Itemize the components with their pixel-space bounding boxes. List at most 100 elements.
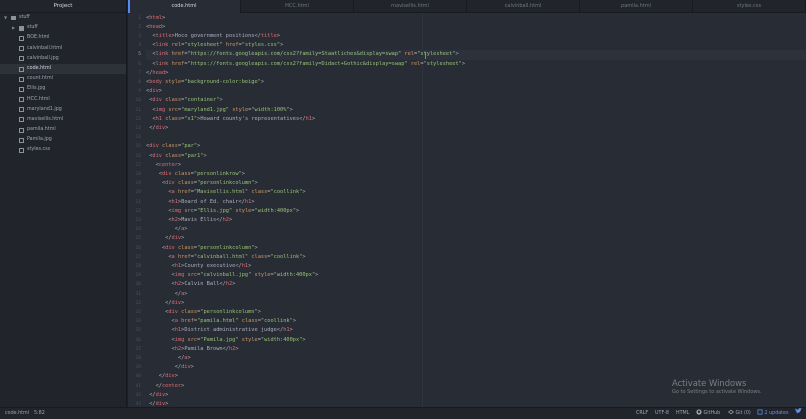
code-line[interactable]: <h1 class="x1">Howard county's represent…	[146, 115, 315, 124]
line-number[interactable]: 5	[138, 52, 141, 57]
code-line[interactable]: </head>	[146, 69, 168, 78]
line-number[interactable]: 29	[135, 273, 141, 278]
code-line[interactable]: <a href="Mavisellis.html" class="coollin…	[146, 188, 305, 197]
line-number[interactable]: 12	[135, 117, 141, 122]
line-number[interactable]: 16	[135, 154, 141, 159]
tree-file[interactable]: calvinball.html	[0, 44, 126, 54]
line-number[interactable]: 38	[135, 356, 141, 361]
line-number[interactable]: 13	[135, 126, 141, 131]
status-line-ending[interactable]: CRLF	[636, 408, 648, 419]
code-line[interactable]: <a href="calvinball.html" class="coollin…	[146, 253, 305, 262]
line-number[interactable]: 39	[135, 365, 141, 370]
code-line[interactable]: <img src="Ellis.jpg" style="width:400px"…	[146, 207, 299, 216]
code-line[interactable]: <center>	[146, 161, 182, 170]
code-area[interactable]: <html> <head> <title>Hoco government posi…	[146, 13, 806, 407]
status-github[interactable]: GitHub	[696, 408, 720, 419]
tree-file[interactable]: mavisellis.html	[0, 115, 126, 125]
line-number[interactable]: 41	[135, 384, 141, 389]
line-number-gutter[interactable]: 1 2 3 4 5 6 7 8 9 10 11 12 13 14 15 16 17 18 19 20 21 22 23 24 2…	[128, 13, 144, 407]
line-number[interactable]: 25	[135, 236, 141, 241]
code-line[interactable]: <div>	[146, 87, 162, 96]
chevron-down-icon[interactable]: ▼	[4, 13, 7, 23]
line-number[interactable]: 30	[135, 282, 141, 287]
code-line[interactable]: <img src="maryland1.jpg" style="width:10…	[146, 106, 292, 115]
code-line[interactable]: <div class="personlinkrow">	[146, 170, 245, 179]
line-number[interactable]: 21	[135, 200, 141, 205]
line-number[interactable]: 37	[135, 347, 141, 352]
tree-file[interactable]: Pamila.jpg	[0, 135, 126, 145]
tree-file[interactable]: BOE.html	[0, 33, 126, 43]
line-number[interactable]: 31	[135, 292, 141, 297]
line-number[interactable]: 9	[138, 89, 141, 94]
line-number[interactable]: 7	[138, 71, 141, 76]
code-line[interactable]: <h1>County executive</h1>	[146, 262, 252, 271]
code-line[interactable]: <div class="par1">	[146, 152, 206, 161]
line-number[interactable]: 33	[135, 310, 141, 315]
code-line[interactable]: </div>	[146, 391, 168, 400]
editor-tab[interactable]: calvinball.html	[467, 0, 580, 13]
code-line[interactable]: <h2>Pamila Brown</h2>	[146, 345, 239, 354]
code-line[interactable]: <h1>District administrative judge</h1>	[146, 326, 293, 335]
editor-tab[interactable]: pamila.html	[580, 0, 693, 13]
code-line[interactable]: <h2>Calvin Ball</h2>	[146, 280, 236, 289]
tree-file[interactable]: Ellis.jpg	[0, 84, 126, 94]
code-line[interactable]: <div class="par">	[146, 142, 200, 151]
code-line[interactable]: <div class="container">	[146, 96, 222, 105]
line-number[interactable]: 19	[135, 181, 141, 186]
line-number[interactable]: 4	[138, 43, 141, 48]
line-number[interactable]: 17	[135, 163, 141, 168]
tree-folder[interactable]: ▶ stuff	[0, 23, 126, 33]
line-number[interactable]: 8	[138, 80, 141, 85]
line-number[interactable]: 34	[135, 319, 141, 324]
code-line[interactable]: <head>	[146, 23, 165, 32]
code-line[interactable]: </div>	[146, 124, 168, 133]
code-line[interactable]: <a href="pamila.html" class="coollink">	[146, 317, 297, 326]
code-line[interactable]: </a>	[146, 354, 191, 363]
status-encoding[interactable]: UTF-8	[655, 408, 669, 419]
line-number[interactable]: 15	[135, 144, 141, 149]
tree-file[interactable]: calvinball.jpg	[0, 54, 126, 64]
line-number[interactable]: 18	[135, 172, 141, 177]
line-number[interactable]: 36	[135, 338, 141, 343]
code-line[interactable]: <title>Hoco government positions</title>	[146, 32, 280, 41]
line-number[interactable]: 10	[135, 98, 141, 103]
line-number[interactable]: 24	[135, 227, 141, 232]
code-line[interactable]: </a>	[146, 225, 188, 234]
line-number[interactable]: 40	[135, 374, 141, 379]
line-number[interactable]: 26	[135, 246, 141, 251]
code-line[interactable]: <link href="https://fonts.googleapis.com…	[146, 60, 465, 69]
code-line[interactable]: <body style="background-color:beige">	[146, 78, 264, 87]
code-line[interactable]: <img src="Pamila.jpg" style="width:400px…	[146, 336, 306, 345]
code-line[interactable]: <link rel="stylesheet" href="styles.css"…	[146, 41, 283, 50]
line-number[interactable]: 20	[135, 190, 141, 195]
line-number[interactable]: 22	[135, 209, 141, 214]
code-line[interactable]: <img src="calvinball.jpg" style="width:4…	[146, 271, 319, 280]
status-updates[interactable]: 2 updates	[757, 408, 789, 419]
line-number[interactable]: 27	[135, 255, 141, 260]
twitter-icon[interactable]	[795, 408, 802, 419]
line-number[interactable]: 28	[135, 264, 141, 269]
code-line[interactable]: <h2>Mavis Ellis</h2>	[146, 216, 232, 225]
code-line[interactable]: </div>	[146, 299, 184, 308]
code-line[interactable]: <html>	[146, 14, 165, 23]
line-number[interactable]: 11	[135, 108, 141, 113]
editor-tab[interactable]: HCC.html	[241, 0, 354, 13]
status-git[interactable]: Git (0)	[728, 408, 751, 419]
code-line[interactable]: </div>	[146, 372, 178, 381]
line-number[interactable]: 1	[138, 16, 141, 21]
line-number[interactable]: 3	[138, 34, 141, 39]
tree-file[interactable]: pamila.html	[0, 125, 126, 135]
code-line[interactable]: </a>	[146, 290, 188, 299]
status-cursor-position[interactable]: 5:82	[34, 408, 45, 419]
status-grammar[interactable]: HTML	[676, 408, 689, 419]
tree-file[interactable]: count.html	[0, 74, 126, 84]
tree-folder[interactable]: ▼ stuff	[0, 13, 126, 23]
code-line[interactable]: </div>	[146, 400, 168, 407]
code-line[interactable]: <link href="https://fonts.googleapis.com…	[146, 50, 806, 60]
tree-file[interactable]: HCC.html	[0, 95, 126, 105]
line-number[interactable]: 23	[135, 218, 141, 223]
code-line[interactable]: <div class="personlinkcolumn">	[146, 179, 258, 188]
status-file-path[interactable]: code.html	[5, 408, 29, 419]
code-line[interactable]: <div class="personlinkcolumn">	[146, 308, 261, 317]
tree-file[interactable]: code.html	[0, 63, 126, 75]
